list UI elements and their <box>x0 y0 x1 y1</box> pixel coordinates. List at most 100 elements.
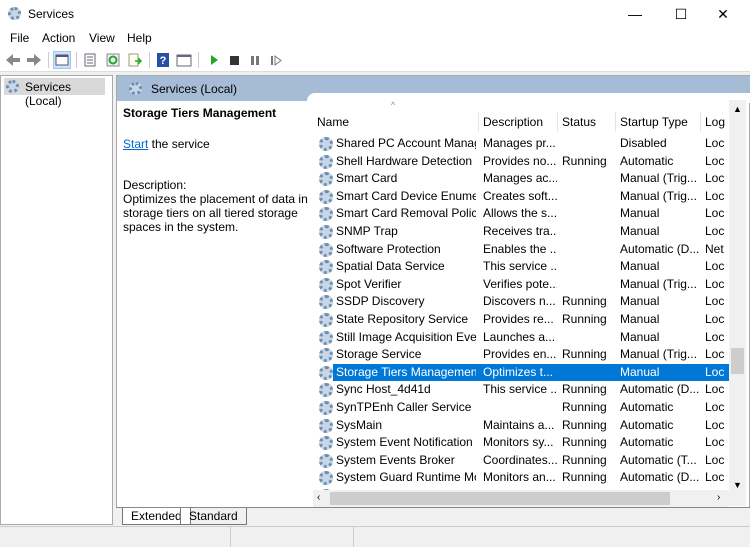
vertical-scroll-thumb[interactable] <box>731 348 744 374</box>
cell-log-on-as: Loc <box>705 153 725 168</box>
service-row[interactable]: Shared PC Account Manager Manages pr... Di… <box>313 135 729 153</box>
cell-name: Still Image Acquisition Events <box>336 329 476 344</box>
cell-log-on-as: Loc <box>705 206 725 221</box>
service-row[interactable]: System Guard Runtime Mo... Monitors an...… <box>313 469 729 487</box>
cell-log-on-as: Loc <box>705 224 725 238</box>
cell-startup-type: Manual <box>620 364 660 379</box>
cell-startup-type: Manual (Trig... <box>620 188 697 203</box>
show-action-pane-icon[interactable] <box>176 52 192 68</box>
vertical-scrollbar[interactable]: ▲ ▼ <box>729 100 746 506</box>
sort-ascending-icon: ^ <box>391 100 396 110</box>
service-row[interactable]: State Repository Service Provides re... Ru… <box>313 311 729 329</box>
service-row[interactable]: SynTPEnh Caller Service Running Automatic L… <box>313 399 729 417</box>
pause-service-icon[interactable] <box>247 52 263 68</box>
back-icon[interactable] <box>5 52 21 68</box>
column-header-log-on-as[interactable]: Log <box>701 112 729 132</box>
start-service-icon[interactable] <box>206 52 222 68</box>
start-service-link[interactable]: Start <box>123 137 148 151</box>
cell-log-on-as: Loc <box>705 294 725 309</box>
cell-description: This service ... <box>483 259 557 274</box>
cell-log-on-as: Loc <box>705 171 725 186</box>
cell-log-on-as: Loc <box>705 364 725 379</box>
service-gear-icon <box>319 418 333 433</box>
service-row[interactable]: Storage Tiers Management Optimizes t... Ma… <box>313 363 729 382</box>
services-app-icon <box>8 7 21 20</box>
cell-name: Software Protection <box>336 241 441 256</box>
cell-log-on-as: Loc <box>705 347 725 362</box>
service-row[interactable]: SNMP Trap Receives tra... Manual Loc <box>313 223 729 241</box>
refresh-icon[interactable] <box>105 52 121 68</box>
export-list-icon[interactable] <box>127 52 143 68</box>
minimize-button[interactable]: — <box>612 0 658 28</box>
service-row[interactable]: Smart Card Manages ac... Manual (Trig... Lo… <box>313 170 729 188</box>
service-row[interactable]: Shell Hardware Detection Provides no... Ru… <box>313 153 729 171</box>
menu-action[interactable]: Action <box>42 31 75 45</box>
properties-icon[interactable] <box>82 52 98 68</box>
cell-description: Launches a... <box>483 329 556 344</box>
service-gear-icon <box>319 137 333 151</box>
cell-description: Allows the s... <box>483 206 557 221</box>
horizontal-scrollbar[interactable]: ‹ › <box>313 490 729 507</box>
description-label: Description: <box>123 178 187 192</box>
cell-description: Monitors an... <box>483 470 556 485</box>
scroll-right-icon[interactable]: › <box>717 492 720 503</box>
service-gear-icon <box>319 401 333 415</box>
cell-status: Running <box>562 417 607 432</box>
service-row[interactable]: System Event Notification S... Monitors s… <box>313 434 729 452</box>
service-row[interactable]: System Events Broker Coordinates... Runnin… <box>313 452 729 470</box>
service-row[interactable]: Sync Host_4d41d This service ... Running Au… <box>313 381 729 399</box>
service-row[interactable]: Spot Verifier Verifies pote... Manual (Tri… <box>313 276 729 294</box>
service-row[interactable]: Storage Service Provides en... Running Manu… <box>313 346 729 364</box>
service-gear-icon <box>319 225 333 239</box>
horizontal-scroll-thumb[interactable] <box>330 492 670 505</box>
service-row[interactable]: Spatial Data Service This service ... Manu… <box>313 258 729 276</box>
cell-startup-type: Manual <box>620 294 660 309</box>
service-row[interactable]: SSDP Discovery Discovers n... Running Manua… <box>313 293 729 311</box>
service-row[interactable]: Still Image Acquisition Events Launches a… <box>313 329 729 347</box>
start-link-text: the service <box>148 137 210 151</box>
cell-name: SNMP Trap <box>336 224 398 238</box>
cell-startup-type: Manual (Trig... <box>620 276 697 291</box>
service-gear-icon <box>319 436 333 451</box>
cell-startup-type: Automatic <box>620 153 674 168</box>
menu-file[interactable]: File <box>10 31 29 45</box>
forward-icon[interactable] <box>26 52 42 68</box>
tree-item-services-local[interactable]: Services (Local) <box>4 78 105 108</box>
resume-service-icon[interactable] <box>268 52 284 68</box>
tab-standard[interactable]: Standard <box>180 508 247 525</box>
column-header-name[interactable]: Name <box>313 112 479 132</box>
cell-name: System Events Broker <box>336 452 455 467</box>
column-header-description[interactable]: Description <box>479 112 558 132</box>
service-row[interactable]: Software Protection Enables the ... Automa… <box>313 241 729 259</box>
close-button[interactable]: ✕ <box>700 0 746 28</box>
service-gear-icon <box>319 471 333 486</box>
column-header-startup-type[interactable]: Startup Type <box>616 112 701 132</box>
view-tabs: Extended Standard <box>116 507 750 525</box>
maximize-button[interactable]: ☐ <box>658 0 704 28</box>
cell-description: Verifies pote... <box>483 276 557 291</box>
cell-startup-type: Manual (Trig... <box>620 347 697 362</box>
scroll-left-icon[interactable]: ‹ <box>317 492 320 503</box>
service-row[interactable]: Smart Card Removal Policy Allows the s...… <box>313 205 729 223</box>
service-row[interactable]: SysMain Maintains a... Running Automatic Loc <box>313 417 729 435</box>
cell-status: Running <box>562 470 607 485</box>
service-gear-icon <box>319 172 333 187</box>
menu-help[interactable]: Help <box>127 31 152 45</box>
stop-service-icon[interactable] <box>226 52 242 68</box>
help-icon[interactable]: ? <box>155 52 171 68</box>
cell-log-on-as: Loc <box>705 188 725 203</box>
menu-view[interactable]: View <box>89 31 115 45</box>
service-gear-icon <box>319 313 333 327</box>
column-header-status[interactable]: Status <box>558 112 616 132</box>
cell-description: Manages ac... <box>483 171 557 186</box>
scroll-down-icon[interactable]: ▼ <box>733 480 742 490</box>
cell-startup-type: Manual <box>620 259 660 274</box>
service-row[interactable]: Smart Card Device Enumera... Creates soft… <box>313 188 729 206</box>
cell-startup-type: Disabled <box>620 136 667 150</box>
cell-description: Monitors sy... <box>483 435 554 450</box>
cell-name: State Repository Service <box>336 312 469 326</box>
cell-status: Running <box>562 312 607 326</box>
show-hide-console-tree-icon[interactable] <box>53 51 71 69</box>
services-icon <box>6 80 19 93</box>
scroll-up-icon[interactable]: ▲ <box>733 104 742 114</box>
